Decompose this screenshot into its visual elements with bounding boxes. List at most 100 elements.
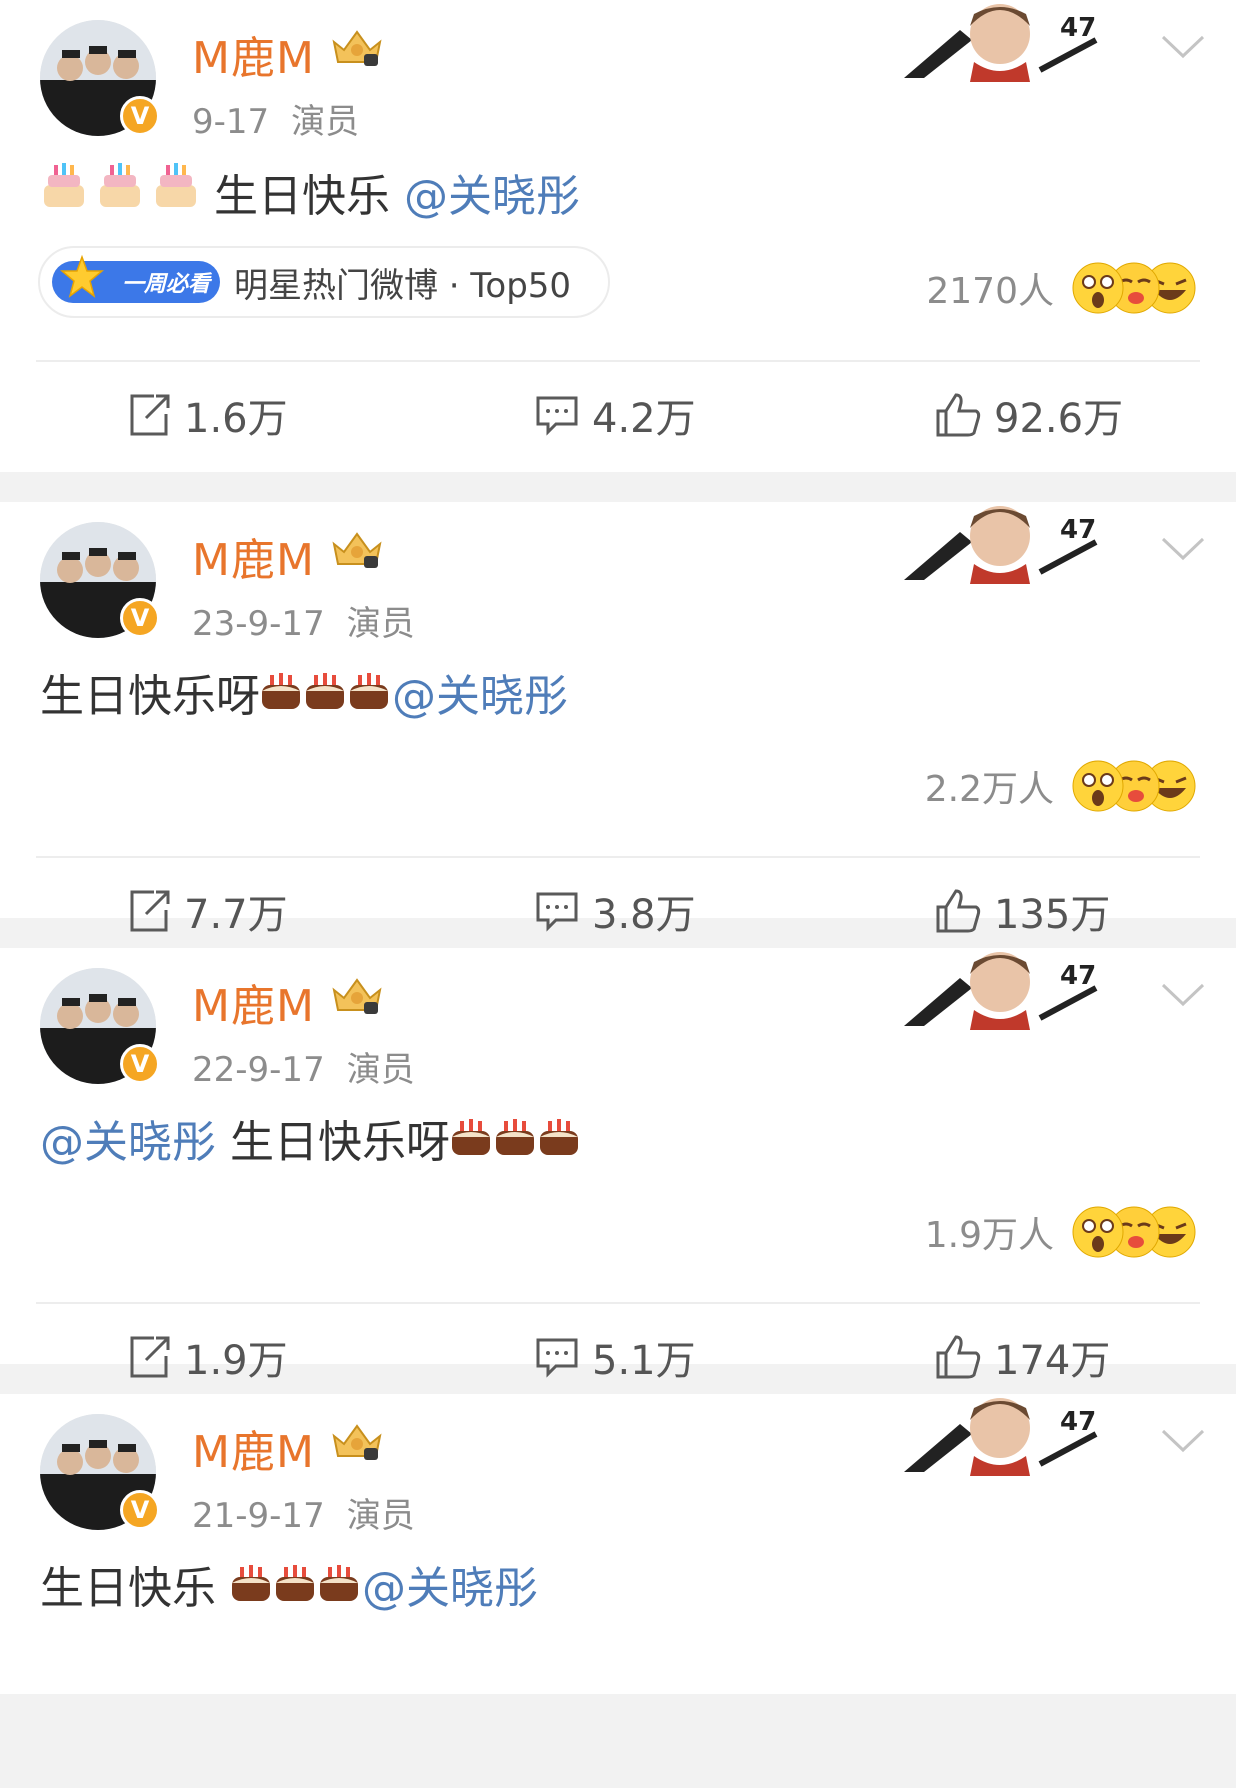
post-text: @关晓彤 生日快乐呀 [0, 1104, 1236, 1182]
repost-count: 7.7万 [184, 892, 288, 938]
comment-icon [536, 892, 578, 932]
hot-badge-label: 一周必看 [121, 272, 210, 297]
crown-icon[interactable] [330, 1422, 384, 1462]
post-date[interactable]: 22-9-17 [192, 1050, 325, 1090]
repost-count: 1.6万 [184, 396, 288, 442]
reaction-count[interactable]: 2.2万人 [925, 760, 1054, 812]
post-text-body: 生日快乐呀 [216, 1117, 450, 1168]
repost-icon [130, 890, 170, 932]
comment-count: 5.1万 [592, 1338, 696, 1384]
repost-icon [130, 394, 170, 436]
v-verified-icon: V [120, 598, 160, 638]
post-meta: 9-17 演员 [192, 94, 359, 143]
comment-icon [536, 396, 578, 436]
like-button[interactable]: 92.6万 [934, 362, 1123, 468]
chevron-down-icon[interactable] [1160, 982, 1206, 1008]
like-count: 92.6万 [994, 396, 1124, 442]
chevron-down-icon[interactable] [1160, 1428, 1206, 1454]
post-date[interactable]: 23-9-17 [192, 604, 325, 644]
crown-icon[interactable] [330, 28, 384, 68]
post-source: 演员 [346, 1050, 415, 1090]
birthday-cake-icons [40, 160, 200, 238]
avatar[interactable]: V [40, 20, 160, 136]
post-source: 演员 [346, 604, 415, 644]
svg-text:47: 47 [1060, 515, 1096, 545]
surprised-emoji-icon [1072, 760, 1124, 812]
like-count: 135万 [994, 892, 1111, 938]
card-sticker-icon: 47 [904, 4, 1098, 82]
thumbs-up-icon [936, 393, 981, 437]
post-text: 生日快乐 @关晓彤 [0, 158, 1236, 236]
chevron-down-icon[interactable] [1160, 34, 1206, 60]
card-sticker-icon: 47 [904, 1398, 1098, 1476]
reaction-count[interactable]: 1.9万人 [925, 1206, 1054, 1258]
avatar[interactable]: V [40, 968, 160, 1084]
surprised-emoji-icon [1072, 1206, 1124, 1258]
hot-badge: 一周必看 [52, 255, 220, 303]
username[interactable]: M鹿M [192, 970, 315, 1034]
reaction-row: 1.9万人 [0, 1184, 1236, 1274]
avatar[interactable]: V [40, 1414, 160, 1530]
card-sticker-icon: 47 [904, 952, 1098, 1030]
avatar[interactable]: V [40, 522, 160, 638]
crown-icon[interactable] [330, 976, 384, 1016]
hot-rank-pill[interactable]: 一周必看 明星热门微博 · Top50 [38, 246, 610, 318]
thumbs-up-icon [936, 889, 981, 933]
post-text: 生日快乐 @关晓彤 [0, 1550, 1236, 1628]
svg-text:47: 47 [1060, 1407, 1096, 1437]
post-date[interactable]: 9-17 [192, 102, 269, 142]
card-sticker-icon: 47 [904, 506, 1098, 584]
birthday-cake-icons [230, 1552, 362, 1630]
action-bar: 1.6万 4.2万 92.6万 [0, 362, 1236, 468]
repost-icon [130, 1336, 170, 1378]
mention-link[interactable]: @关晓彤 [392, 671, 568, 722]
reaction-row: 2.2万人 [0, 738, 1236, 828]
weibo-post: V M鹿M 9-17 演员 47 生日快乐 @关晓彤 一周必看 明星热门微博 ·… [0, 0, 1236, 472]
birthday-cake-icons [450, 1106, 582, 1184]
post-text: 生日快乐呀 @关晓彤 [0, 658, 1236, 736]
reaction-count[interactable]: 2170人 [926, 262, 1054, 314]
svg-text:47: 47 [1060, 13, 1096, 43]
reaction-emojis[interactable] [1070, 260, 1200, 316]
thumbs-up-icon [936, 1335, 981, 1379]
comment-button[interactable]: 4.2万 [534, 362, 696, 468]
repost-button[interactable]: 1.6万 [126, 362, 288, 468]
post-text-body: 生日快乐呀 [40, 671, 260, 722]
comment-count: 4.2万 [592, 396, 696, 442]
mention-link[interactable]: @关晓彤 [362, 1563, 538, 1614]
post-date[interactable]: 21-9-17 [192, 1496, 325, 1536]
birthday-cake-icons [260, 660, 392, 738]
post-source: 演员 [346, 1496, 415, 1536]
surprised-emoji-icon [1072, 262, 1124, 314]
v-verified-icon: V [120, 1490, 160, 1530]
hot-rank-label: 明星热门微博 · Top50 [234, 265, 572, 306]
repost-count: 1.9万 [184, 1338, 288, 1384]
comment-count: 3.8万 [592, 892, 696, 938]
star-icon [60, 255, 104, 298]
username[interactable]: M鹿M [192, 524, 315, 588]
chevron-down-icon[interactable] [1160, 536, 1206, 562]
mention-link[interactable]: @关晓彤 [40, 1117, 216, 1168]
post-text-body: 生日快乐 [200, 171, 404, 222]
weibo-post: V M鹿M 22-9-17 演员 47 @关晓彤 生日快乐呀 1.9万人 1.9… [0, 948, 1236, 1384]
weibo-feed: V M鹿M 9-17 演员 47 生日快乐 @关晓彤 一周必看 明星热门微博 ·… [0, 0, 1236, 1694]
post-header: V M鹿M 21-9-17 演员 47 [0, 1394, 1236, 1554]
mention-link[interactable]: @关晓彤 [404, 171, 580, 222]
post-header: V M鹿M 9-17 演员 47 [0, 0, 1236, 160]
crown-icon[interactable] [330, 530, 384, 570]
post-text-body: 生日快乐 [40, 1563, 230, 1614]
reaction-emojis[interactable] [1070, 1204, 1200, 1260]
username[interactable]: M鹿M [192, 22, 315, 86]
v-verified-icon: V [120, 1044, 160, 1084]
post-source: 演员 [291, 102, 360, 142]
post-meta: 21-9-17 演员 [192, 1488, 415, 1537]
reaction-emojis[interactable] [1070, 758, 1200, 814]
svg-text:47: 47 [1060, 961, 1096, 991]
reaction-row: 一周必看 明星热门微博 · Top50 2170人 [0, 240, 1236, 330]
post-header: V M鹿M 23-9-17 演员 47 [0, 502, 1236, 662]
post-meta: 22-9-17 演员 [192, 1042, 415, 1091]
weibo-post: V M鹿M 23-9-17 演员 47 生日快乐呀 @关晓彤 2.2万人 7.7… [0, 502, 1236, 938]
username[interactable]: M鹿M [192, 1416, 315, 1480]
v-verified-icon: V [120, 96, 160, 136]
comment-icon [536, 1338, 578, 1378]
